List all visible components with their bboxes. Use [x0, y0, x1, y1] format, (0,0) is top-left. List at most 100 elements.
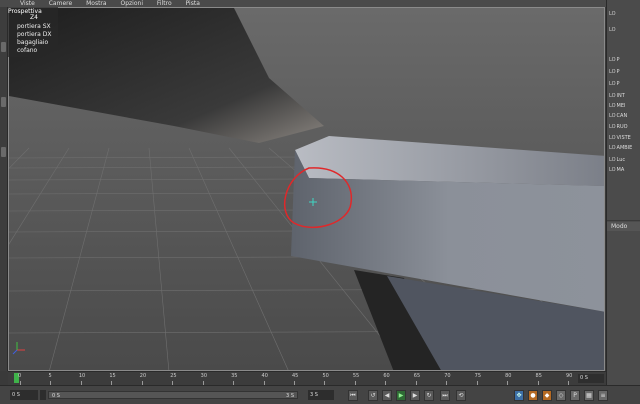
- hud-item-bagagliaio[interactable]: bagagliaio: [17, 39, 48, 47]
- go-start-button[interactable]: ⏮: [348, 390, 358, 401]
- modo-tab[interactable]: Modo: [607, 222, 640, 231]
- object-item[interactable]: LOP: [609, 80, 640, 88]
- object-item[interactable]: LOCAN: [609, 112, 640, 120]
- timeline-tick-label: 0: [18, 373, 22, 379]
- object-hud: Prospettiva Z4 portiera SX portiera DX b…: [8, 7, 58, 57]
- hud-item-portiera-sx[interactable]: portiera SX: [17, 23, 51, 31]
- left-tool-strip: [0, 7, 8, 371]
- current-frame-field[interactable]: 0 S: [578, 374, 604, 383]
- prev-key-button[interactable]: ↺: [368, 390, 378, 401]
- object-label: Luc: [616, 157, 626, 163]
- object-label: P: [616, 69, 620, 75]
- grid-button[interactable]: ▦: [584, 390, 594, 401]
- layer-tag: LO: [609, 167, 616, 173]
- object-item[interactable]: LOLuc: [609, 156, 640, 164]
- next-frame-button[interactable]: ▶: [410, 390, 420, 401]
- object-label: RUO: [616, 124, 628, 130]
- object-item[interactable]: LOINT: [609, 92, 640, 100]
- slider-right-label: 3 S: [286, 393, 294, 399]
- object-label: VISTE: [616, 135, 631, 141]
- timeline-tick-label: 15: [109, 373, 116, 379]
- 3d-viewport[interactable]: [8, 7, 605, 371]
- menu-item-opzioni[interactable]: Opzioni: [121, 0, 144, 7]
- layer-tag: LO: [609, 93, 616, 99]
- object-label: MEI: [616, 103, 626, 109]
- object-item[interactable]: LOP: [609, 68, 640, 76]
- key-button[interactable]: ◆: [542, 390, 552, 401]
- object-label: AMBIE: [616, 145, 633, 151]
- object-label: P: [616, 81, 620, 87]
- object-manager-panel: LO LO LOP LOP LOP LOINT LOMEI LOCAN LORU…: [606, 0, 640, 404]
- timeline-tick-label: 35: [231, 373, 238, 379]
- panel-divider: [607, 220, 640, 221]
- layer-tag: LO: [609, 103, 616, 109]
- hud-selected[interactable]: Z4: [30, 14, 38, 22]
- object-item[interactable]: LOMEI: [609, 102, 640, 110]
- timeline-tick-label: 40: [261, 373, 268, 379]
- prev-frame-button[interactable]: ◀: [382, 390, 392, 401]
- slider-left-label: 0 S: [52, 393, 60, 399]
- timeline-tick-label: 30: [200, 373, 208, 379]
- min-frame-field[interactable]: [40, 390, 46, 400]
- timeline-tick-label: 60: [383, 373, 390, 379]
- timeline-tick-label: 20: [139, 373, 147, 379]
- hud-item-cofano[interactable]: cofano: [17, 47, 37, 55]
- animation-toolbar: 0 S 0 S 3 S 3 S ⏮ ↺ ◀ ▶ ▶ ↻ ⏭ ⟲ ✥ ● ◆ ◇ P ▦ ≡: [0, 385, 640, 404]
- object-item[interactable]: LOMA: [609, 166, 640, 174]
- timeline-tick-label: 80: [505, 373, 512, 379]
- layer-tag: LO: [609, 11, 616, 17]
- tool-icon[interactable]: [1, 147, 6, 157]
- timeline-tick-label: 10: [78, 373, 86, 379]
- tool-icon[interactable]: [1, 42, 6, 52]
- timeline-ruler: 0 5 10 15 20 25 30 35 40 45 50 55 60 65 70 75 80 85 90: [14, 372, 574, 386]
- layer-tag: LO: [609, 157, 616, 163]
- layer-tag: LO: [609, 135, 616, 141]
- object-item[interactable]: LOP: [609, 56, 640, 64]
- menu-item-viste[interactable]: Viste: [20, 0, 35, 7]
- menu-item-mostra[interactable]: Mostra: [86, 0, 106, 7]
- timeline-tick-label: 50: [322, 373, 329, 379]
- timeline[interactable]: 0 5 10 15 20 25 30 35 40 45 50 55 60 65 70 75 80 85 90 0 S: [8, 371, 606, 385]
- timeline-tick-label: 85: [535, 373, 542, 379]
- range-slider[interactable]: 0 S 3 S: [48, 391, 298, 399]
- layer-tag: LO: [609, 81, 616, 87]
- start-frame-field[interactable]: 0 S: [10, 390, 38, 400]
- timeline-tick-label: 25: [170, 373, 177, 379]
- play-button[interactable]: ▶: [396, 390, 406, 401]
- next-key-button[interactable]: ↻: [424, 390, 434, 401]
- timeline-tick-label: 75: [474, 373, 482, 379]
- layer-tag: LO: [609, 27, 616, 33]
- object-item[interactable]: LORUO: [609, 123, 640, 131]
- object-label: MA: [616, 167, 625, 173]
- tool-icon[interactable]: [1, 97, 6, 107]
- autokey-button[interactable]: ◇: [556, 390, 566, 401]
- go-end-button[interactable]: ⏭: [440, 390, 450, 401]
- timeline-tick-label: 90: [566, 373, 573, 379]
- object-item[interactable]: LO: [609, 10, 640, 18]
- menu-bar: Viste Camere Mostra Opzioni Filtro Pista: [0, 0, 640, 7]
- menu-item-camere[interactable]: Camere: [49, 0, 72, 7]
- layer-tag: LO: [609, 69, 616, 75]
- menu-item-pista[interactable]: Pista: [186, 0, 200, 7]
- layer-tag: LO: [609, 145, 616, 151]
- menu-button[interactable]: ≡: [598, 390, 608, 401]
- loop-button[interactable]: ⟲: [456, 390, 466, 401]
- timeline-tick-label: 5: [48, 373, 52, 379]
- menu-item-filtro[interactable]: Filtro: [157, 0, 172, 7]
- timeline-tick-label: 45: [292, 373, 299, 379]
- timeline-tick-label: 70: [444, 373, 451, 379]
- object-item[interactable]: LOAMBIE: [609, 144, 640, 152]
- object-item[interactable]: LO: [609, 26, 640, 34]
- object-label: INT: [616, 93, 625, 99]
- timeline-tick-label: 65: [413, 373, 421, 379]
- hud-item-portiera-dx[interactable]: portiera DX: [17, 31, 51, 39]
- pos-button[interactable]: P: [570, 390, 580, 401]
- object-item[interactable]: LOVISTE: [609, 134, 640, 142]
- timeline-tick-label: 55: [352, 373, 360, 379]
- end-frame-field[interactable]: 3 S: [308, 390, 334, 400]
- layer-tag: LO: [609, 113, 616, 119]
- record-button[interactable]: ●: [528, 390, 538, 401]
- layer-tag: LO: [609, 124, 616, 130]
- move-tool-button[interactable]: ✥: [514, 390, 524, 401]
- viewport-scene: [9, 8, 604, 370]
